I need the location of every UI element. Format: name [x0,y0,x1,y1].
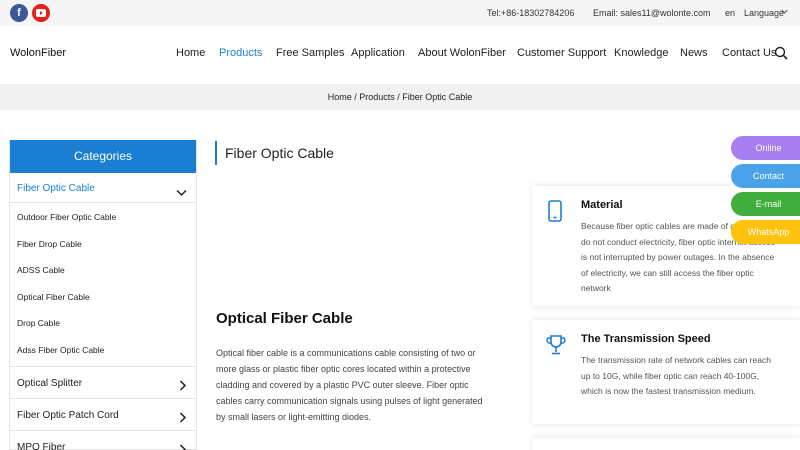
subcategory-label[interactable]: Optical Fiber Cable [17,292,90,302]
online-chat-tab[interactable]: Online [731,136,800,160]
language-code: en [725,8,736,18]
breadcrumb[interactable]: Home / Products / Fiber Optic Cable [0,84,800,110]
feature-card-speed: The Transmission Speed The transmission … [532,320,800,424]
category-label[interactable]: Optical Splitter [17,378,82,389]
subcategory-item[interactable]: Adss Fiber Optic Cable [10,336,196,363]
category-label[interactable]: MPO Fiber [17,442,65,450]
category-label[interactable]: Fiber Optic Cable [17,183,95,194]
chevron-right-icon[interactable] [179,410,187,428]
subcategory-item[interactable]: Fiber Drop Cable [10,230,196,257]
chevron-right-icon[interactable] [179,442,187,450]
nav-about[interactable]: About WolonFiber [418,47,506,59]
subcategory-label[interactable]: Fiber Drop Cable [17,239,82,249]
page-title: Fiber Optic Cable [215,141,334,165]
email-address[interactable]: Email: sales11@wolonte.com [593,8,711,18]
youtube-icon[interactable] [32,4,50,22]
nav-home[interactable]: Home [176,47,205,59]
nav-products[interactable]: Products [219,47,262,59]
nav-news[interactable]: News [680,47,708,59]
categories-heading: Categories [10,140,196,173]
contact-tab[interactable]: Contact [731,164,800,188]
subcategory-label[interactable]: Drop Cable [17,318,60,328]
category-active[interactable]: Fiber Optic Cable [10,173,196,203]
feature-title: Material [581,199,623,211]
top-bar: f Tel:+86-18302784206 Email: sales11@wol… [0,0,800,26]
section-paragraph: Optical fiber cable is a communications … [216,348,483,422]
chevron-right-icon[interactable] [179,378,187,396]
site-logo[interactable]: WolonFiber [10,47,66,59]
subcategory-label[interactable]: Outdoor Fiber Optic Cable [17,212,116,222]
subcategory-item[interactable]: ADSS Cable [10,256,196,283]
feature-text: The transmission rate of network cables … [581,355,771,397]
nav-customer-support[interactable]: Customer Support [517,47,606,59]
language-selector[interactable]: Language [744,8,784,18]
chevron-down-icon[interactable] [781,7,788,17]
category-patch-cord[interactable]: Fiber Optic Patch Cord [10,399,196,431]
site-header: WolonFiber Home Products Free Samples Ap… [0,26,800,84]
subcategory-item[interactable]: Optical Fiber Cable [10,283,196,310]
category-label[interactable]: Fiber Optic Patch Cord [17,410,119,421]
email-tab[interactable]: E-mail [731,192,800,216]
phone-number[interactable]: Tel:+86-18302784206 [487,8,574,18]
phone-icon [546,200,564,227]
search-icon[interactable] [774,46,788,65]
feature-card-partial [532,438,800,450]
feature-title: The Transmission Speed [581,333,711,345]
section-heading: Optical Fiber Cable [216,310,353,327]
category-sidebar: Categories Fiber Optic Cable Outdoor Fib… [9,140,197,450]
category-optical-splitter[interactable]: Optical Splitter [10,367,196,399]
subcategory-item[interactable]: Outdoor Fiber Optic Cable [10,203,196,230]
nav-contact-us[interactable]: Contact Us [722,47,776,59]
subcategory-list: Outdoor Fiber Optic Cable Fiber Drop Cab… [10,203,196,367]
nav-application[interactable]: Application [351,47,405,59]
trophy-icon [546,334,566,361]
chevron-down-icon[interactable] [176,184,187,202]
subcategory-label[interactable]: ADSS Cable [17,265,65,275]
whatsapp-tab[interactable]: WhatsApp [731,220,800,244]
subcategory-item[interactable]: Drop Cable [10,309,196,336]
subcategory-label[interactable]: Adss Fiber Optic Cable [17,345,104,355]
facebook-icon[interactable]: f [10,4,28,22]
nav-knowledge[interactable]: Knowledge [614,47,668,59]
category-mpo-fiber[interactable]: MPO Fiber [10,431,196,450]
nav-free-samples[interactable]: Free Samples [276,47,344,59]
